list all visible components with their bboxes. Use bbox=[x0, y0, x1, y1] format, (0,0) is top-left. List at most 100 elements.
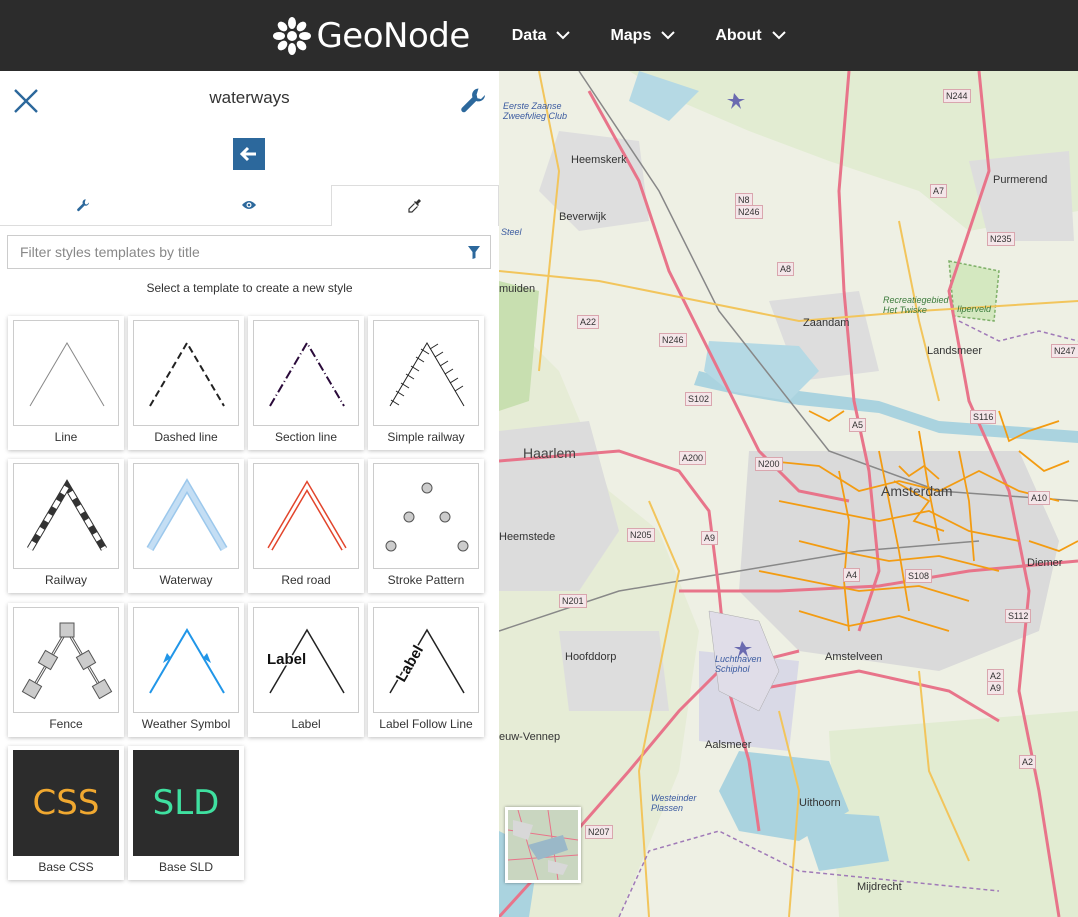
road-shield: N247 bbox=[1051, 344, 1078, 358]
tab-styles[interactable] bbox=[331, 185, 500, 226]
road-shield: S116 bbox=[970, 410, 997, 424]
tab-preview[interactable] bbox=[165, 185, 332, 226]
map-basemap bbox=[499, 71, 1078, 917]
tab-properties[interactable] bbox=[0, 185, 166, 226]
nav-about-menu[interactable]: About bbox=[715, 26, 786, 45]
geonode-flower-icon bbox=[273, 16, 312, 55]
template-label: Stroke Pattern bbox=[387, 573, 465, 587]
template-label: Waterway bbox=[159, 573, 213, 587]
label-follow-sample-text: Label bbox=[393, 643, 427, 685]
template-card-red-road[interactable]: Red road bbox=[248, 459, 364, 593]
place-label: Diemer bbox=[1027, 557, 1063, 569]
template-label: Label bbox=[291, 717, 321, 731]
template-card-label-follow-line[interactable]: Label Label Follow Line bbox=[368, 603, 484, 737]
panel-header: waterways bbox=[0, 71, 499, 127]
place-label: muiden bbox=[499, 283, 536, 295]
road-shield: A2 bbox=[1019, 755, 1037, 769]
template-filter bbox=[7, 235, 491, 269]
place-label: Landsmeer bbox=[927, 345, 983, 357]
place-label: Westeinder Plassen bbox=[651, 793, 697, 813]
fence-thumbnail bbox=[13, 607, 119, 713]
waterway-thumbnail bbox=[133, 463, 239, 569]
place-label: Luchthaven Schiphol bbox=[715, 654, 762, 674]
road-shield: N200 bbox=[755, 457, 783, 471]
minimap-thumbnail bbox=[508, 810, 578, 880]
style-editor-panel: waterways Select a template to create a … bbox=[0, 71, 500, 917]
road-shield: A10 bbox=[1028, 491, 1051, 505]
template-card-simple-railway[interactable]: Simple railway bbox=[368, 316, 484, 450]
eyedropper-icon bbox=[408, 199, 422, 213]
road-shield: A7 bbox=[930, 184, 948, 198]
template-card-base-css[interactable]: CSS Base CSS bbox=[8, 746, 124, 880]
template-card-waterway[interactable]: Waterway bbox=[128, 459, 244, 593]
template-card-weather-symbol[interactable]: Weather Symbol bbox=[128, 603, 244, 737]
line-thumbnail bbox=[13, 320, 119, 426]
road-shield: A200 bbox=[679, 451, 707, 465]
road-shield: N235 bbox=[987, 232, 1015, 246]
nav-maps-menu[interactable]: Maps bbox=[610, 27, 676, 45]
map-view[interactable]: Heemskerk Beverwijk muiden Haarlem Heems… bbox=[499, 71, 1078, 917]
place-label: Amstelveen bbox=[825, 651, 883, 663]
road-shield: S108 bbox=[905, 569, 933, 583]
template-hint: Select a template to create a new style bbox=[146, 281, 353, 295]
label-thumbnail: Label bbox=[253, 607, 359, 713]
place-label: Amsterdam bbox=[881, 483, 953, 499]
road-shield: A4 bbox=[843, 568, 861, 582]
chevron-down-icon bbox=[661, 31, 676, 40]
dashed-line-thumbnail bbox=[133, 320, 239, 426]
nav-data-label: Data bbox=[511, 26, 547, 44]
road-shield: S102 bbox=[685, 392, 713, 406]
layer-title: waterways bbox=[209, 88, 290, 107]
stroke-pattern-thumbnail bbox=[373, 463, 479, 569]
template-label: Base SLD bbox=[158, 860, 214, 874]
place-label: Beverwijk bbox=[559, 211, 607, 223]
railway-thumbnail bbox=[13, 463, 119, 569]
template-label: Section line bbox=[274, 430, 338, 444]
filter-input[interactable] bbox=[8, 236, 458, 268]
place-label: Recreatiegebied Het Twiske bbox=[883, 295, 949, 315]
template-card-dashed-line[interactable]: Dashed line bbox=[128, 316, 244, 450]
template-card-section-line[interactable]: Section line bbox=[248, 316, 364, 450]
road-shield: N246 bbox=[735, 205, 763, 219]
nav-data-menu[interactable]: Data bbox=[512, 27, 571, 45]
template-card-line[interactable]: Line bbox=[8, 316, 124, 450]
template-card-railway[interactable]: Railway bbox=[8, 459, 124, 593]
style-tabs bbox=[0, 185, 500, 226]
road-shield: N201 bbox=[559, 594, 587, 608]
road-shield: N207 bbox=[585, 825, 613, 839]
template-card-label[interactable]: Label Label bbox=[248, 603, 364, 737]
geonode-logo[interactable]: GeoNode bbox=[272, 15, 470, 56]
back-button[interactable] bbox=[233, 138, 265, 170]
background-layer-switcher[interactable] bbox=[505, 807, 581, 883]
wrench-icon bbox=[76, 199, 89, 212]
road-shield: A9 bbox=[987, 681, 1005, 695]
red-road-thumbnail bbox=[253, 463, 359, 569]
place-label: Hoofddorp bbox=[565, 651, 617, 663]
label-sample-text: Label bbox=[267, 651, 306, 668]
place-label: Aalsmeer bbox=[705, 739, 752, 751]
place-label: Heemstede bbox=[499, 531, 556, 543]
road-shield: A8 bbox=[777, 262, 795, 276]
road-shield: N205 bbox=[627, 528, 655, 542]
nav-about-label: About bbox=[715, 26, 762, 44]
wrench-icon[interactable] bbox=[459, 86, 487, 114]
chevron-down-icon bbox=[771, 31, 786, 40]
road-shield: N246 bbox=[659, 333, 687, 347]
place-label: Ilperveld bbox=[957, 304, 992, 314]
template-card-base-sld[interactable]: SLD Base SLD bbox=[128, 746, 244, 880]
road-shield: S112 bbox=[1005, 609, 1032, 623]
arrow-left-icon bbox=[240, 146, 256, 162]
template-label: Weather Symbol bbox=[141, 717, 231, 731]
template-card-stroke-pattern[interactable]: Stroke Pattern bbox=[368, 459, 484, 593]
road-shield: N244 bbox=[943, 89, 971, 103]
place-label: Uithoorn bbox=[799, 797, 841, 809]
template-label: Fence bbox=[49, 717, 83, 731]
brand-name: GeoNode bbox=[316, 15, 470, 56]
section-line-thumbnail bbox=[253, 320, 359, 426]
template-card-fence[interactable]: Fence bbox=[8, 603, 124, 737]
place-label: euw-Vennep bbox=[499, 731, 561, 743]
label-follow-line-thumbnail: Label bbox=[373, 607, 479, 713]
chevron-down-icon bbox=[556, 31, 571, 40]
road-shield: A22 bbox=[577, 315, 600, 329]
filter-icon[interactable] bbox=[458, 245, 490, 260]
